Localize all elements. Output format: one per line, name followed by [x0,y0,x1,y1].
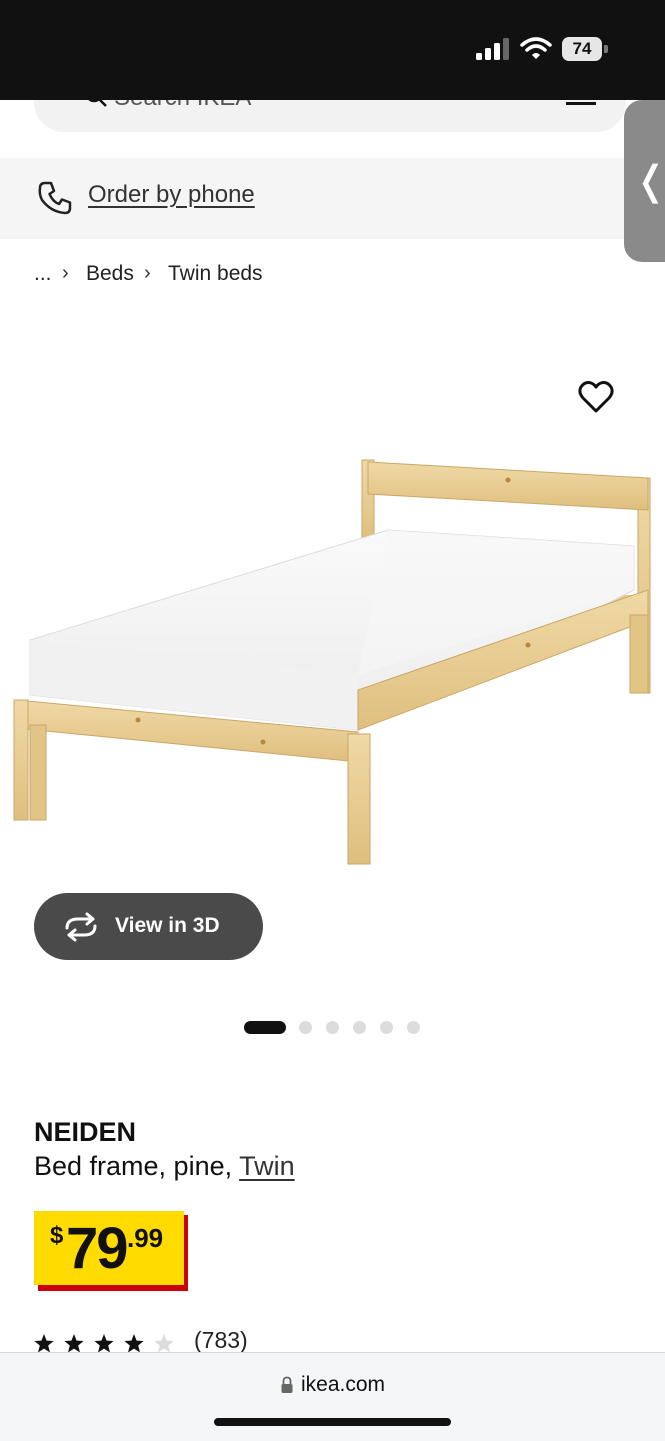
wifi-icon [520,37,552,59]
battery-indicator: 74 [562,37,602,61]
chevron-left-icon: ❬ [634,159,665,203]
heart-icon[interactable] [578,380,614,414]
breadcrumb-ellipsis[interactable]: ... [34,262,52,286]
home-indicator[interactable] [214,1418,451,1426]
order-by-phone-link[interactable]: Order by phone [88,181,255,209]
carousel-dot[interactable] [380,1021,393,1034]
breadcrumb-twin-beds[interactable]: Twin beds [168,262,263,286]
lock-icon [281,1376,293,1393]
phone-icon [38,181,72,215]
search-input[interactable]: Search IKEA [114,100,251,112]
star-empty-icon [154,1334,174,1353]
breadcrumb-separator: › [62,262,69,284]
url-text[interactable]: ikea.com [301,1373,385,1397]
price-currency: $ [50,1222,64,1249]
carousel-dot-active[interactable] [244,1021,286,1034]
breadcrumb-separator: › [144,262,151,284]
carousel-dot[interactable] [353,1021,366,1034]
cellular-signal-icon [476,38,509,60]
carousel-dot[interactable] [326,1021,339,1034]
product-description: Bed frame, pine, Twin [34,1151,295,1182]
rotate-3d-icon [65,912,97,942]
price-integer: 79 [66,1216,128,1281]
review-count[interactable]: (783) [194,1327,248,1354]
status-time: 12:58 [84,32,161,64]
view-in-3d-label: View in 3D [115,914,220,937]
battery-cap [604,45,608,53]
search-icon [88,100,107,107]
breadcrumb-beds[interactable]: Beds [86,262,134,286]
product-description-text: Bed frame, pine, [34,1151,240,1181]
search-bar[interactable]: Search IKEA [34,100,626,132]
carousel-dot[interactable] [407,1021,420,1034]
size-link[interactable]: Twin [239,1151,295,1181]
product-image[interactable] [8,450,658,870]
camera-search-icon[interactable] [566,100,596,105]
carousel-dot[interactable] [299,1021,312,1034]
price-decimal: .99 [127,1223,164,1253]
star-icon [34,1334,144,1353]
product-name: NEIDEN [34,1117,137,1147]
